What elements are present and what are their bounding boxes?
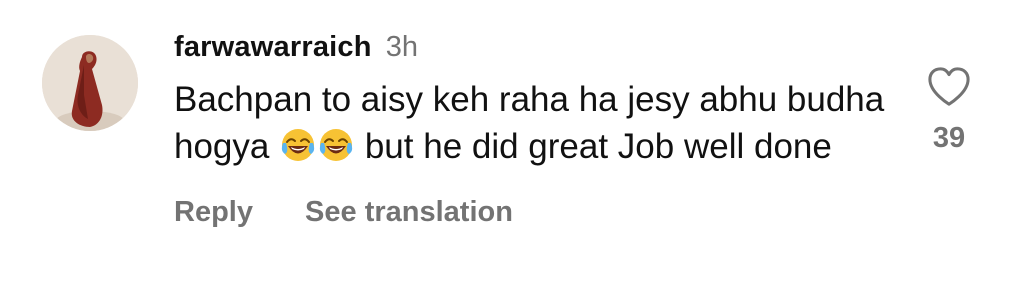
face-with-tears-of-joy-icon <box>280 127 316 163</box>
reply-button[interactable]: Reply <box>174 196 253 228</box>
avatar[interactable] <box>42 35 138 131</box>
comment-text: Bachpan to aisy keh raha ha jesy abhu bu… <box>174 76 894 170</box>
comment-header: farwawarraich 3h <box>174 28 914 66</box>
heart-outline-icon[interactable] <box>926 66 972 108</box>
comment-text-part2: but he did great Job well done <box>364 127 832 166</box>
like-control: 39 <box>922 66 976 156</box>
like-count: 39 <box>932 122 966 154</box>
comment-actions: Reply See translation <box>174 194 914 230</box>
see-translation-button[interactable]: See translation <box>305 196 513 228</box>
username-link[interactable]: farwawarraich <box>174 31 372 63</box>
timestamp: 3h <box>385 31 418 63</box>
avatar-image <box>42 35 138 131</box>
comment-content: farwawarraich 3h Bachpan to aisy keh rah… <box>174 28 914 230</box>
face-with-tears-of-joy-icon <box>318 127 354 163</box>
comment-item: farwawarraich 3h Bachpan to aisy keh rah… <box>0 0 1024 298</box>
